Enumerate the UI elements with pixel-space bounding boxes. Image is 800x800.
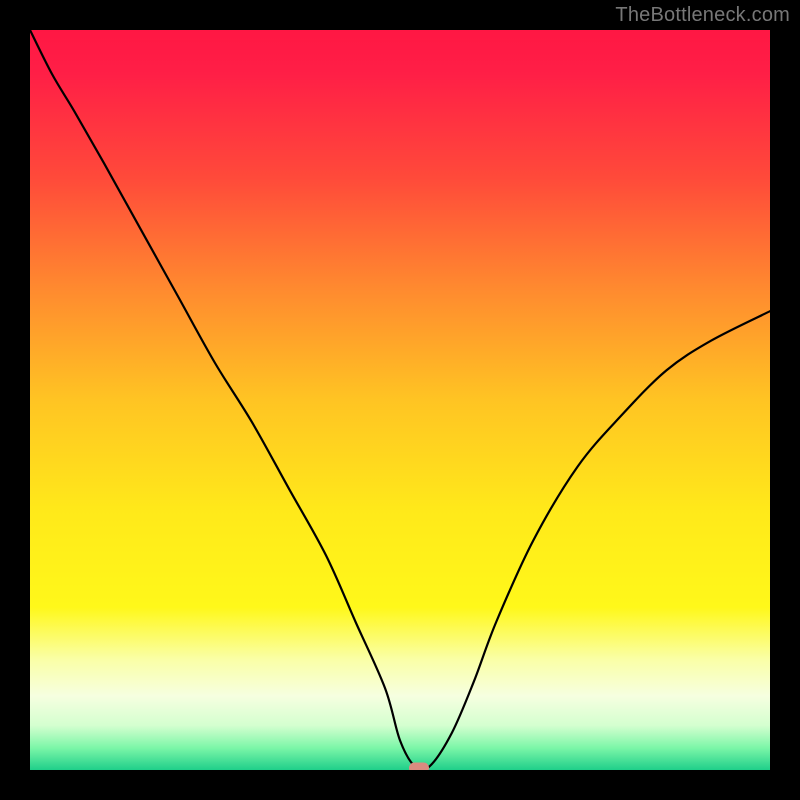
bottleneck-curve [30, 30, 770, 770]
optimal-marker [409, 762, 429, 770]
watermark-text: TheBottleneck.com [615, 4, 790, 27]
plot-area [30, 30, 770, 770]
chart-frame: TheBottleneck.com [0, 0, 800, 800]
